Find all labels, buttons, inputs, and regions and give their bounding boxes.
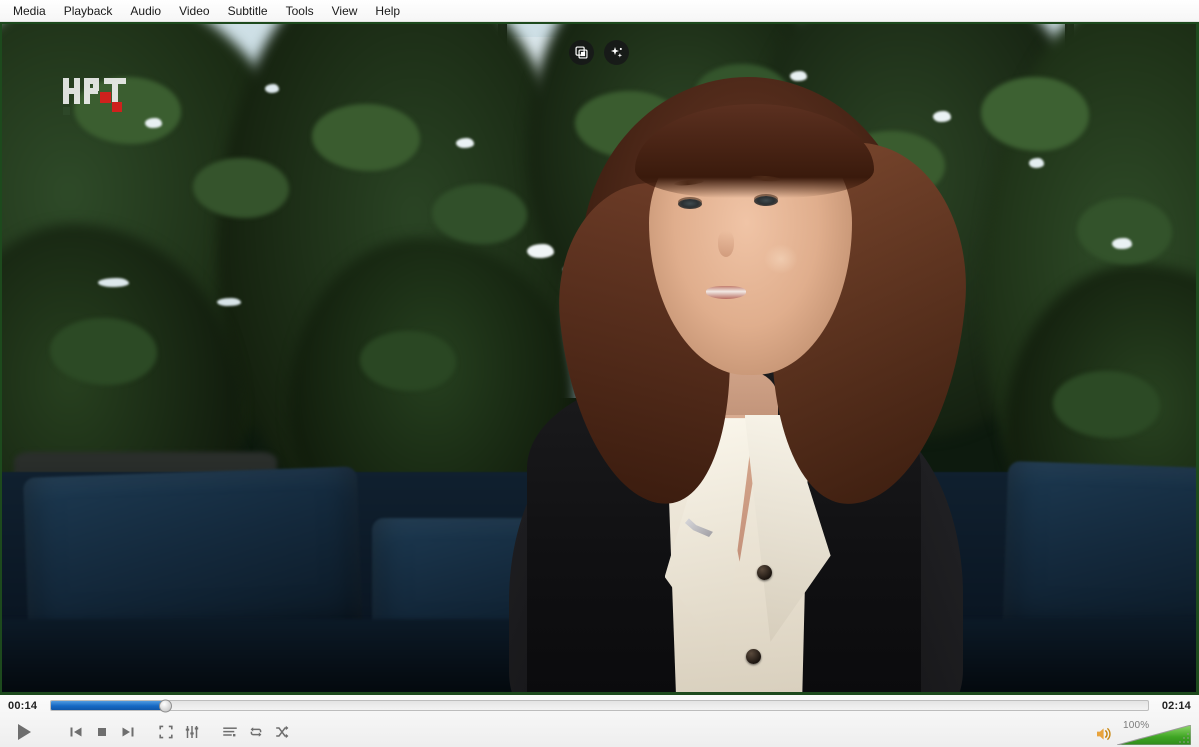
menu-playback[interactable]: Playback [55,2,122,20]
stop-button[interactable] [90,720,114,744]
menu-video[interactable]: Video [170,2,218,20]
next-button[interactable] [116,720,140,744]
person-blouse-button [756,565,772,581]
seek-row: 00:14 02:14 [0,695,1199,716]
person-eye-left [677,199,702,210]
playlist-icon [223,726,237,736]
shuffle-icon [276,725,289,738]
seek-slider[interactable] [50,699,1149,712]
menu-view[interactable]: View [323,2,367,20]
screenshot-copy-icon [575,46,588,59]
previous-icon [70,727,82,736]
loop-icon [250,726,262,737]
stop-icon [98,727,106,736]
overlay-screenshot-button[interactable] [569,40,594,65]
next-icon [122,727,134,736]
volume-percent-label: 100% [1123,720,1150,731]
menu-subtitle[interactable]: Subtitle [219,2,277,20]
previous-button[interactable] [64,720,88,744]
menu-bar: Media Playback Audio Video Subtitle Tool… [0,0,1199,22]
play-icon [18,723,31,740]
equalizer-icon [185,725,199,738]
play-button[interactable] [7,718,41,746]
video-overlay-buttons [569,40,629,65]
menu-media[interactable]: Media [4,2,55,20]
video-frame [2,24,1196,692]
speaker-icon[interactable] [1095,725,1113,743]
video-surface[interactable] [0,22,1199,695]
button-row: 100% [0,716,1199,747]
view-tools-group [153,720,205,744]
person-mouth [706,285,747,299]
menu-tools[interactable]: Tools [277,2,323,20]
seek-progress-fill [51,701,166,710]
vlc-window: Media Playback Audio Video Subtitle Tool… [0,0,1199,747]
sparkles-icon [610,46,623,58]
fullscreen-icon [159,725,173,738]
seek-handle[interactable] [159,699,173,712]
elapsed-time: 00:14 [8,699,38,712]
total-time: 02:14 [1161,699,1191,712]
person-blouse-button [745,648,761,664]
scene-person [2,24,1196,692]
transport-primary-group [6,718,51,746]
volume-control: 100% [1095,717,1191,745]
transport-secondary-group [63,720,141,744]
menu-help[interactable]: Help [366,2,409,20]
player-controls: 00:14 02:14 100% [0,695,1199,747]
shuffle-button[interactable] [270,720,294,744]
extended-settings-button[interactable] [180,720,204,744]
loop-button[interactable] [244,720,268,744]
playlist-group [217,720,295,744]
playlist-button[interactable] [218,720,242,744]
resize-grip-icon[interactable] [1178,732,1190,744]
hrt-broadcaster-logo [63,78,126,115]
menu-audio[interactable]: Audio [121,2,170,20]
fullscreen-button[interactable] [154,720,178,744]
overlay-sparkles-button[interactable] [604,40,629,65]
